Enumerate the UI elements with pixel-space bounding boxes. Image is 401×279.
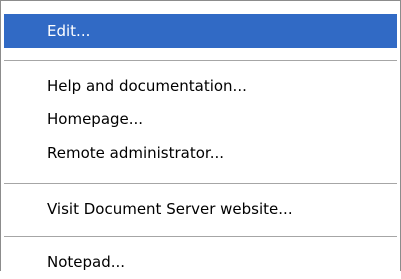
menu-item-remote-administrator[interactable]: Remote administrator... <box>4 136 397 170</box>
menu-item-help-and-documentation[interactable]: Help and documentation... <box>4 69 397 103</box>
menu-separator <box>4 183 397 184</box>
context-menu: Edit... Help and documentation... Homepa… <box>0 0 401 271</box>
menu-item-visit-document-server-website[interactable]: Visit Document Server website... <box>4 192 397 226</box>
menu-item-homepage[interactable]: Homepage... <box>4 102 397 136</box>
menu-item-edit[interactable]: Edit... <box>4 14 397 48</box>
menu-separator <box>4 236 397 237</box>
menu-separator <box>4 60 397 61</box>
menu-item-notepad[interactable]: Notepad... <box>4 245 397 279</box>
